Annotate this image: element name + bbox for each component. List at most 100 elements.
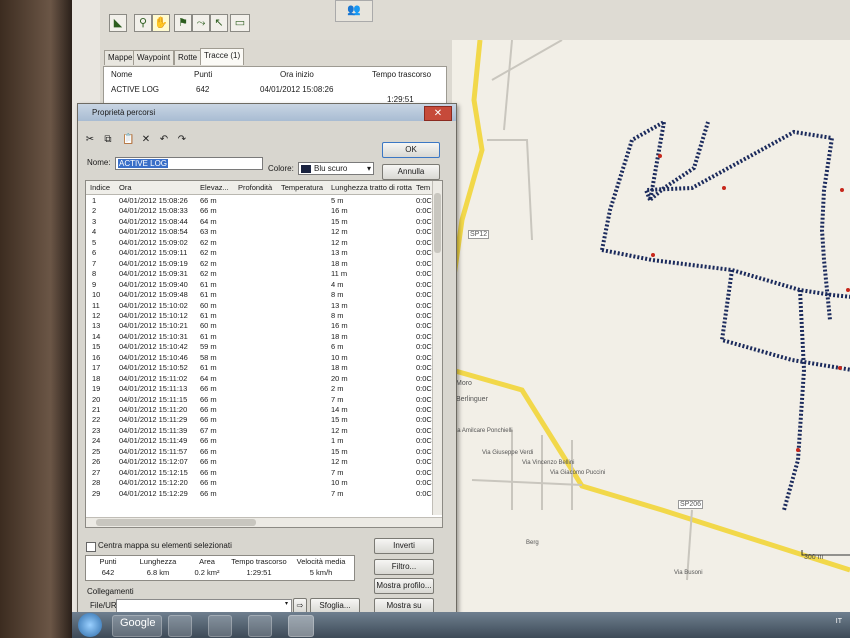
name-input[interactable]: ACTIVE LOG <box>115 157 263 170</box>
select-icon[interactable]: ◣ <box>109 14 127 32</box>
table-row[interactable]: 8 04/01/2012 15:09:31 62 m 11 m 0:0C <box>86 268 442 278</box>
zoom-icon[interactable]: ⚲ <box>134 14 152 32</box>
table-row[interactable]: 15 04/01/2012 15:10:42 59 m 6 m 0:0C <box>86 341 442 351</box>
table-row[interactable]: 14 04/01/2012 15:10:31 61 m 18 m 0:0C <box>86 331 442 341</box>
filter-button[interactable]: Filtro... <box>374 559 434 575</box>
redo-icon[interactable]: ↷ <box>176 134 188 145</box>
table-cell: 0:0C <box>416 258 432 268</box>
users-icon[interactable]: 👥 <box>335 0 373 22</box>
start-icon[interactable] <box>78 613 102 637</box>
table-row[interactable]: 17 04/01/2012 15:10:52 61 m 18 m 0:0C <box>86 362 442 372</box>
waypoint-marker[interactable] <box>838 366 842 370</box>
table-row[interactable]: 10 04/01/2012 15:09:48 61 m 8 m 0:0C <box>86 289 442 299</box>
table-row[interactable]: 7 04/01/2012 15:09:19 62 m 18 m 0:0C <box>86 258 442 268</box>
tab-waypoint[interactable]: Waypoint <box>133 50 175 65</box>
measure-icon[interactable]: ▭ <box>230 14 250 32</box>
waypoint-marker[interactable] <box>840 188 844 192</box>
table-row[interactable]: 19 04/01/2012 15:11:13 66 m 2 m 0:0C <box>86 383 442 393</box>
folder-icon[interactable] <box>208 615 232 637</box>
col-temperatura[interactable]: Temperatura <box>281 183 323 192</box>
table-row[interactable]: 20 04/01/2012 15:11:15 66 m 7 m 0:0C <box>86 394 442 404</box>
col-indice[interactable]: Indice <box>90 183 110 192</box>
table-row[interactable]: 3 04/01/2012 15:08:44 64 m 15 m 0:0C <box>86 216 442 226</box>
table-row[interactable]: 28 04/01/2012 15:12:20 66 m 10 m 0:0C <box>86 477 442 487</box>
scroll-thumb[interactable] <box>96 519 256 526</box>
route-icon[interactable]: ⤳ <box>192 14 210 32</box>
chevron-down-icon[interactable]: ▾ <box>282 600 291 610</box>
col-nome[interactable]: Nome <box>111 70 132 79</box>
table-row[interactable]: 11 04/01/2012 15:10:02 60 m 13 m 0:0C <box>86 300 442 310</box>
chevron-down-icon[interactable]: ▾ <box>367 163 371 175</box>
col-ora-inizio[interactable]: Ora inizio <box>280 70 314 79</box>
delete-icon[interactable]: ✕ <box>140 134 152 145</box>
cancel-button[interactable]: Annulla <box>382 164 440 180</box>
color-select[interactable]: Blu scuro ▾ <box>298 162 374 175</box>
center-map-checkbox[interactable] <box>86 542 96 552</box>
waypoint-marker[interactable] <box>796 448 800 452</box>
cut-icon[interactable]: ✂ <box>84 134 96 145</box>
table-cell: 28 <box>92 478 101 488</box>
table-row[interactable]: 22 04/01/2012 15:11:29 66 m 15 m 0:0C <box>86 414 442 424</box>
table-row[interactable]: 21 04/01/2012 15:11:20 66 m 14 m 0:0C <box>86 404 442 414</box>
table-row[interactable]: 18 04/01/2012 15:11:02 64 m 20 m 0:0C <box>86 373 442 383</box>
dialog-title-bar[interactable]: Proprietà percorsi ✕ <box>78 104 456 121</box>
pointer-icon[interactable]: ↖ <box>210 14 228 32</box>
table-row[interactable]: 29 04/01/2012 15:12:29 66 m 7 m 0:0C <box>86 488 442 498</box>
table-row[interactable]: 9 04/01/2012 15:09:40 61 m 4 m 0:0C <box>86 279 442 289</box>
table-cell: 58 m <box>200 352 217 362</box>
table-cell: 15 m <box>331 216 348 226</box>
col-ora[interactable]: Ora <box>119 183 132 192</box>
col-elevazione[interactable]: Elevaz... <box>200 183 229 192</box>
table-cell: 61 m <box>200 331 217 341</box>
waypoint-marker[interactable] <box>722 186 726 190</box>
col-lunghezza[interactable]: Lunghezza tratto di rotta <box>331 183 412 192</box>
basecamp-app-icon[interactable] <box>288 615 314 637</box>
show-profile-button[interactable]: Mostra profilo... <box>374 578 434 594</box>
flag-icon[interactable]: ⚑ <box>174 14 192 32</box>
vertical-scrollbar[interactable] <box>432 181 442 515</box>
media-player-icon[interactable] <box>168 615 192 637</box>
table-row[interactable]: 12 04/01/2012 15:10:12 61 m 8 m 0:0C <box>86 310 442 320</box>
table-row[interactable]: 26 04/01/2012 15:12:07 66 m 12 m 0:0C <box>86 456 442 466</box>
table-cell: 0:0C <box>416 321 432 331</box>
track-name[interactable]: ACTIVE LOG <box>111 85 159 94</box>
table-cell: 13 m <box>331 248 348 258</box>
track-path[interactable] <box>600 120 850 511</box>
table-cell: 7 m <box>331 394 344 404</box>
close-icon[interactable]: ✕ <box>424 106 452 121</box>
invert-button[interactable]: Inverti <box>374 538 434 554</box>
map-canvas[interactable] <box>452 40 850 612</box>
col-tempo[interactable]: Tempo trascorso <box>372 70 431 79</box>
map-view[interactable]: SP12 SP206 300 m Moro Berlinguer Via Ami… <box>452 40 850 612</box>
tab-mappe[interactable]: Mappe <box>104 50 137 65</box>
tab-rotte[interactable]: Rotte <box>174 50 202 65</box>
table-row[interactable]: 16 04/01/2012 15:10:46 58 m 10 m 0:0C <box>86 352 442 362</box>
paste-icon[interactable]: 📋 <box>122 134 134 145</box>
browser-icon[interactable] <box>248 615 272 637</box>
col-tempo[interactable]: Tem <box>416 183 430 192</box>
file-url-input[interactable]: ▾ <box>116 599 292 613</box>
table-row[interactable]: 2 04/01/2012 15:08:33 66 m 16 m 0:0C <box>86 205 442 215</box>
table-row[interactable]: 13 04/01/2012 15:10:21 60 m 16 m 0:0C <box>86 320 442 330</box>
table-row[interactable]: 27 04/01/2012 15:12:15 66 m 7 m 0:0C <box>86 467 442 477</box>
col-profondita[interactable]: Profondità <box>238 183 272 192</box>
scroll-thumb[interactable] <box>434 193 441 253</box>
ok-button[interactable]: OK <box>382 142 440 158</box>
table-row[interactable]: 25 04/01/2012 15:11:57 66 m 15 m 0:0C <box>86 446 442 456</box>
table-row[interactable]: 4 04/01/2012 15:08:54 63 m 12 m 0:0C <box>86 226 442 236</box>
horizontal-scrollbar[interactable] <box>86 517 442 527</box>
undo-icon[interactable]: ↶ <box>158 134 170 145</box>
table-row[interactable]: 1 04/01/2012 15:08:26 66 m 5 m 0:0C <box>86 195 442 205</box>
tab-tracce[interactable]: Tracce (1) <box>200 48 245 65</box>
waypoint-marker[interactable] <box>658 154 662 158</box>
tray-language[interactable]: IT <box>836 618 842 625</box>
table-row[interactable]: 23 04/01/2012 15:11:39 67 m 12 m 0:0C <box>86 425 442 435</box>
col-punti[interactable]: Punti <box>194 70 212 79</box>
waypoint-marker[interactable] <box>651 253 655 257</box>
table-row[interactable]: 24 04/01/2012 15:11:49 66 m 1 m 0:0C <box>86 435 442 445</box>
table-row[interactable]: 5 04/01/2012 15:09:02 62 m 12 m 0:0C <box>86 237 442 247</box>
copy-icon[interactable]: ⧉ <box>102 134 114 145</box>
waypoint-marker[interactable] <box>846 288 850 292</box>
hand-icon[interactable]: ✋ <box>152 14 170 32</box>
table-row[interactable]: 6 04/01/2012 15:09:11 62 m 13 m 0:0C <box>86 247 442 257</box>
